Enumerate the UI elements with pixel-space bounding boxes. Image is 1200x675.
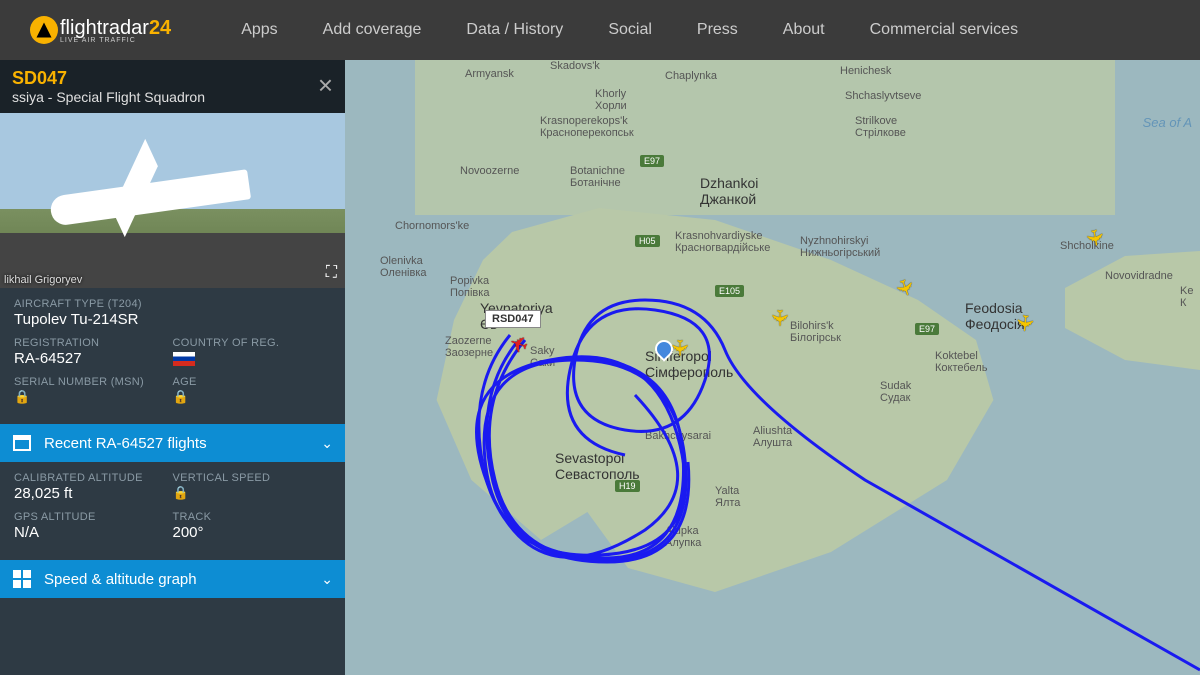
chevron-down-icon: ⌄	[321, 571, 333, 588]
city-armyansk: Armyansk	[465, 68, 514, 80]
city-botanichne: Botanichne Ботанічне	[570, 165, 625, 189]
speed-graph-label: Speed & altitude graph	[44, 571, 321, 588]
calendar-icon	[12, 433, 32, 453]
registration: RA-64527	[14, 350, 173, 367]
country-label: COUNTRY OF REG.	[173, 337, 332, 349]
vs-label: VERTICAL SPEED	[173, 472, 332, 484]
city-chaplynka: Chaplynka	[665, 70, 717, 82]
city-olenivka: Olenivka Оленівка	[380, 255, 427, 279]
flight-panel: SD047 ssiya - Special Flight Squadron × …	[0, 60, 345, 675]
road-h19: H19	[615, 480, 640, 492]
lock-icon[interactable]: 🔒	[173, 389, 332, 405]
aircraft-icon[interactable]: ✈	[666, 339, 692, 357]
sea-label: Sea of A	[1143, 115, 1192, 130]
road-e105: E105	[715, 285, 744, 297]
recent-flights-label: Recent RA-64527 flights	[44, 435, 321, 452]
chevron-down-icon: ⌄	[321, 435, 333, 452]
nav-about[interactable]: About	[783, 21, 825, 39]
land-mainland	[415, 60, 1115, 215]
track-label: TRACK	[173, 511, 332, 523]
city-henichesk: Henichesk	[840, 65, 891, 77]
altitude: 28,025 ft	[14, 485, 173, 502]
city-chornomorske: Chornomors'ke	[395, 220, 469, 232]
brand-name-b: 24	[149, 17, 171, 39]
city-bakhchysarai: Bakhchysarai	[645, 430, 711, 442]
city-shchaslyvtseve: Shchaslyvtseve	[845, 90, 921, 102]
land-crimea	[425, 200, 1005, 600]
top-navigation: flightradar24 LIVE AIR TRAFFIC Apps Add …	[0, 0, 1200, 60]
speed-graph-button[interactable]: Speed & altitude graph ⌄	[0, 560, 345, 598]
brand-name-a: flightradar	[60, 17, 149, 39]
gps-altitude: N/A	[14, 524, 173, 541]
flight-data: CALIBRATED ALTITUDE 28,025 ft VERTICAL S…	[0, 462, 345, 560]
city-nyzhnohirskyi: Nyzhnohirskyi Нижньогірський	[800, 235, 880, 259]
road-e97: E97	[915, 323, 939, 335]
city-zaozerne: Zaozerne Заозерне	[445, 335, 493, 359]
expand-icon[interactable]: ⛶	[326, 264, 337, 282]
nav-apps[interactable]: Apps	[241, 21, 277, 39]
city-novoozerne: Novoozerne	[460, 165, 519, 177]
city-yalta: Yalta Ялта	[715, 485, 740, 509]
nav-coverage[interactable]: Add coverage	[323, 21, 422, 39]
grid-icon	[12, 569, 32, 589]
city-dzhankoi: Dzhankoi Джанкой	[700, 175, 758, 207]
selected-aircraft-label[interactable]: RSD047	[485, 310, 541, 328]
country-flag	[173, 350, 332, 367]
city-krasnoperekopsk: Krasnoperekops'k Красноперекопськ	[540, 115, 634, 139]
aircraft-icon[interactable]: ✈	[1010, 313, 1038, 334]
gps-label: GPS ALTITUDE	[14, 511, 173, 523]
radar-icon	[30, 16, 58, 44]
aircraft-type: Tupolev Tu-214SR	[14, 311, 331, 328]
city-popivka: Popivka Попівка	[450, 275, 489, 299]
panel-header: SD047 ssiya - Special Flight Squadron ×	[0, 60, 345, 113]
russia-flag-icon	[173, 352, 195, 366]
nav-social[interactable]: Social	[608, 21, 652, 39]
city-saky: Saky Саки	[530, 345, 555, 369]
aircraft-icon[interactable]: ✈	[766, 309, 792, 327]
lock-icon[interactable]: 🔒	[14, 389, 173, 405]
city-alupka: Alupka Алупка	[665, 525, 701, 549]
map-view[interactable]: Sea of A Armyansk Skadovs'k Chaplynka He…	[345, 60, 1200, 675]
road-e97: E97	[640, 155, 664, 167]
msn-label: SERIAL NUMBER (MSN)	[14, 376, 173, 388]
lock-icon[interactable]: 🔒	[173, 485, 332, 501]
city-kerch: Ke К	[1180, 285, 1193, 309]
city-khorly: Khorly Хорли	[595, 88, 627, 112]
city-koktebel: Koktebel Коктебель	[935, 350, 987, 374]
city-krasnohvardiyske: Krasnohvardiyske Красногвардійське	[675, 230, 770, 254]
close-icon[interactable]: ×	[318, 70, 333, 101]
aircraft-details: AIRCRAFT TYPE (T204) Tupolev Tu-214SR RE…	[0, 288, 345, 424]
nav-commercial[interactable]: Commercial services	[870, 21, 1018, 39]
callsign: SD047	[12, 68, 333, 89]
main-nav: Apps Add coverage Data / History Social …	[241, 21, 1018, 39]
age-label: AGE	[173, 376, 332, 388]
track-heading: 200°	[173, 524, 332, 541]
brand-logo[interactable]: flightradar24 LIVE AIR TRAFFIC	[30, 16, 171, 44]
city-skadovsk: Skadovs'k	[550, 60, 600, 72]
city-strilkove: Strilkove Стрілкове	[855, 115, 906, 139]
reg-label: REGISTRATION	[14, 337, 173, 349]
nav-data[interactable]: Data / History	[466, 21, 563, 39]
alt-label: CALIBRATED ALTITUDE	[14, 472, 173, 484]
recent-flights-button[interactable]: Recent RA-64527 flights ⌄	[0, 424, 345, 462]
type-label: AIRCRAFT TYPE (T204)	[14, 298, 331, 310]
aircraft-photo[interactable]: likhail Grigoryev ⛶	[0, 113, 345, 288]
city-sudak: Sudak Судак	[880, 380, 911, 404]
city-sevastopol: Sevastopol Севастополь	[555, 450, 640, 482]
land-kerch	[1065, 240, 1200, 400]
road-h05: H05	[635, 235, 660, 247]
photo-credit: likhail Grigoryev	[4, 274, 82, 286]
operator: ssiya - Special Flight Squadron	[12, 89, 333, 105]
nav-press[interactable]: Press	[697, 21, 738, 39]
aircraft-icon[interactable]: ✈	[889, 275, 920, 301]
city-alushta: Aliushta Алушта	[753, 425, 792, 449]
city-bilohirsk: Bilohirs'k Білогірськ	[790, 320, 841, 344]
city-novovidradne: Novovidradne	[1105, 270, 1173, 282]
